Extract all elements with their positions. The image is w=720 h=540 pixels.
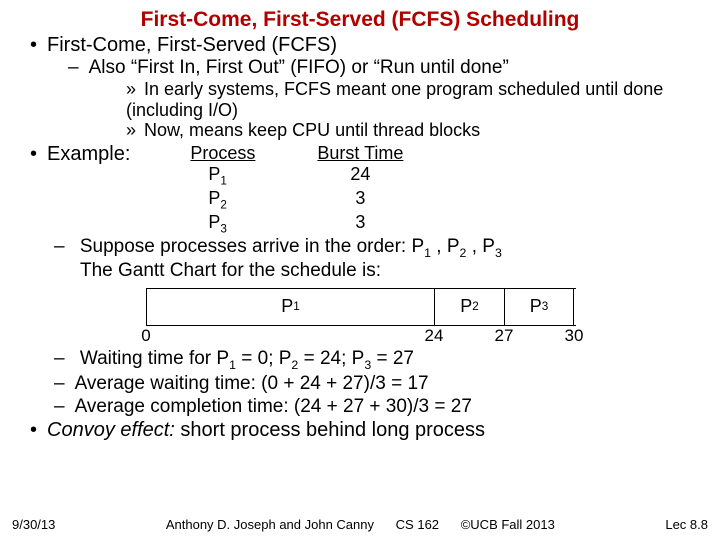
bullet-waiting: Waiting time for P1 = 0; P2 = 24; P3 = 2…: [54, 348, 704, 372]
table-row: P2 3: [190, 188, 415, 212]
text: Example:: [47, 143, 130, 165]
text: Convoy effect:: [47, 419, 175, 441]
bullet-suppose: Suppose processes arrive in the order: P…: [54, 236, 704, 282]
bullet-early: In early systems, FCFS meant one program…: [126, 79, 704, 120]
bullet-avg-wait: Average waiting time: (0 + 24 + 27)/3 = …: [54, 373, 704, 395]
text: First-Come, First-Served (FCFS): [47, 34, 337, 56]
gantt-seg: P2: [434, 289, 504, 325]
tick: 30: [565, 326, 584, 346]
footer-copyright: ©UCB Fall 2013: [461, 517, 555, 532]
text: The Gantt Chart for the schedule is:: [54, 260, 381, 281]
footer-date: 9/30/13: [12, 517, 55, 532]
tick: 24: [425, 326, 444, 346]
bullet-now: Now, means keep CPU until thread blocks: [126, 120, 704, 141]
text: Waiting time for P1 = 0; P2 = 24; P3 = 2…: [80, 348, 414, 369]
col-burst: Burst Time: [317, 143, 403, 164]
text: Now, means keep CPU until thread blocks: [144, 120, 480, 140]
footer: 9/30/13 Anthony D. Joseph and John Canny…: [0, 517, 720, 532]
footer-course: CS 162: [396, 517, 439, 532]
footer-authors: Anthony D. Joseph and John Canny: [166, 517, 374, 532]
slide-title: First-Come, First-Served (FCFS) Scheduli…: [16, 8, 704, 32]
text: Average completion time: (24 + 27 + 30)/…: [75, 396, 472, 417]
gantt-chart: P1 P2 P3 0 24 27 30: [146, 288, 576, 348]
tick: 27: [495, 326, 514, 346]
text: Also “First In, First Out” (FIFO) or “Ru…: [89, 57, 509, 78]
bullet-avg-comp: Average completion time: (24 + 27 + 30)/…: [54, 396, 704, 418]
table-row: P1 24: [190, 164, 415, 188]
text: Average waiting time: (0 + 24 + 27)/3 = …: [75, 373, 429, 394]
tick: 0: [141, 326, 150, 346]
text: In early systems, FCFS meant one program…: [126, 79, 663, 120]
gantt-axis: 0 24 27 30: [146, 326, 576, 348]
col-process: Process: [190, 143, 255, 164]
text: Suppose processes arrive in the order: P…: [80, 236, 502, 257]
bullet-fcfs: First-Come, First-Served (FCFS) Also “Fi…: [30, 34, 704, 141]
footer-lec: Lec 8.8: [665, 517, 708, 532]
text: short process behind long process: [175, 419, 485, 441]
process-table: Process Burst Time P1 24 P2 3 P3 3: [190, 143, 415, 236]
bullet-example: Example:: [30, 143, 130, 166]
gantt-seg: P3: [504, 289, 574, 325]
bullet-fifo: Also “First In, First Out” (FIFO) or “Ru…: [68, 57, 704, 141]
gantt-seg: P1: [146, 289, 434, 325]
bullet-convoy: Convoy effect: short process behind long…: [30, 419, 704, 442]
table-row: P3 3: [190, 212, 415, 236]
